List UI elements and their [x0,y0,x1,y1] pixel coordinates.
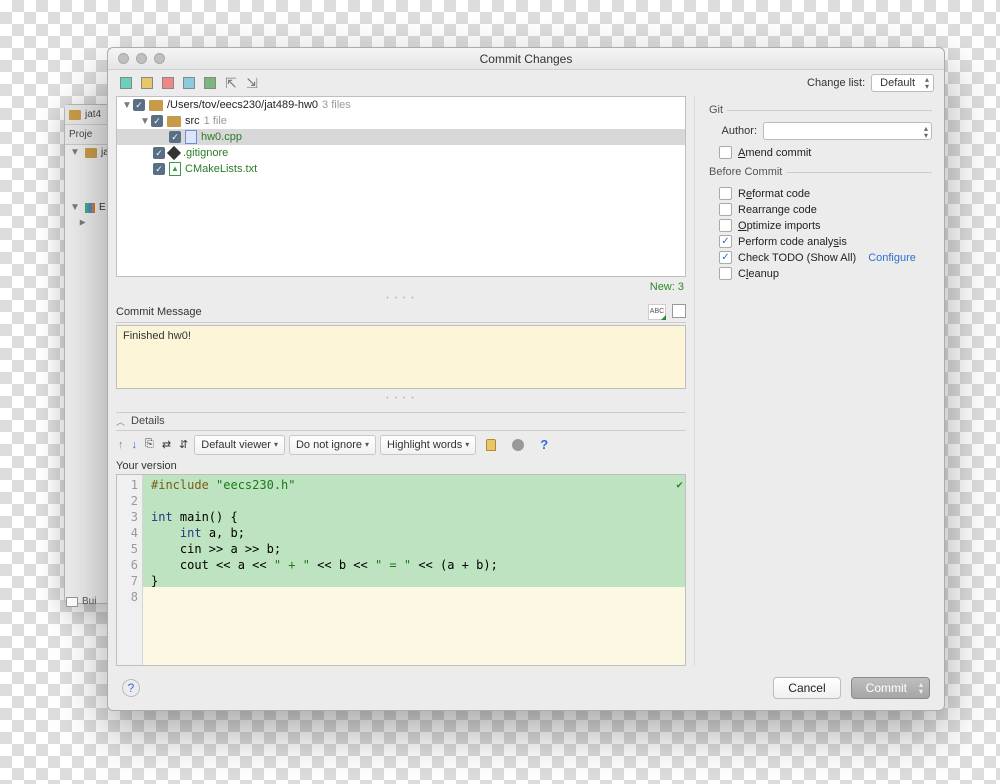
window-minimize-icon[interactable] [136,53,147,64]
help-icon[interactable]: ? [534,435,554,455]
rearrange-checkbox[interactable]: Rearrange code [719,203,932,216]
chart-icon [85,203,95,213]
collapse-all-icon[interactable]: ⇲ [244,75,260,91]
whitespace-select[interactable]: Do not ignore▾ [289,435,376,455]
tree-src: src [185,115,200,127]
todo-checkbox[interactable]: Check TODO (Show All)Configure [719,251,932,264]
details-label: Details [131,415,165,427]
line-gutter: 12345678 [117,475,143,665]
window-zoom-icon[interactable] [154,53,165,64]
commit-button[interactable]: Commit▴▾ [851,677,930,699]
delete-icon[interactable] [160,75,176,91]
checkbox-icon[interactable] [151,115,163,127]
tree-file-label: CMakeLists.txt [185,163,257,175]
changelist-value: Default [880,77,915,89]
viewer-select[interactable]: Default viewer▾ [194,435,285,455]
tree-file-hw0[interactable]: hw0.cpp [117,129,685,145]
cmake-file-icon: ▲ [169,162,181,176]
tree-src-count: 1 file [204,115,227,127]
gitignore-icon [167,146,181,160]
jump-to-source-icon[interactable]: ⎘ [143,435,156,455]
checkbox-icon[interactable] [153,163,165,175]
commit-changes-dialog: Commit Changes ⇱ ⇲ Change list: Default … [107,47,945,711]
revert-icon[interactable] [139,75,155,91]
changes-tree[interactable]: ▼ /Users/tov/eecs230/jat489-hw0 3 files … [116,96,686,277]
history-icon[interactable] [672,304,686,318]
analysis-checkbox[interactable]: Perform code analysis [719,235,932,248]
before-commit-group-label: Before Commit [705,166,786,178]
changelist-label: Change list: [807,77,865,89]
tree-root-path: /Users/tov/eecs230/jat489-hw0 [167,99,318,111]
expand-all-icon[interactable]: ⇱ [223,75,239,91]
titlebar: Commit Changes [108,48,944,70]
amend-checkbox[interactable]: Amend commit [719,146,932,159]
checkbox-icon[interactable] [133,99,145,111]
tree-root-count: 3 files [322,99,351,111]
compare-icon[interactable]: ⇄ [160,435,173,455]
highlight-select[interactable]: Highlight words▾ [380,435,476,455]
bg-status-bar: Bui [66,596,96,607]
diff-editor[interactable]: 12345678 #include "eecs230.h" int main()… [116,474,686,666]
gear-icon[interactable] [506,435,530,455]
diff-icon[interactable] [181,75,197,91]
optimize-checkbox[interactable]: Optimize imports [719,219,932,232]
changelist-select[interactable]: Default ▴▾ [871,74,934,92]
configure-link[interactable]: Configure [868,252,916,264]
changelist-icon[interactable] [202,75,218,91]
help-button[interactable]: ? [122,679,140,697]
commit-message-label: Commit Message [116,306,202,318]
drag-handle-icon[interactable]: • • • • [116,389,686,404]
cleanup-checkbox[interactable]: Cleanup [719,267,932,280]
checkbox-icon[interactable] [169,131,181,143]
your-version-label: Your version [116,459,686,474]
tree-file-label: .gitignore [183,147,228,159]
folder-icon [167,116,181,127]
checkbox-icon[interactable] [153,147,165,159]
lock-icon[interactable] [480,435,502,455]
collapse-icon[interactable]: ︿ [116,415,125,428]
refresh-icon[interactable] [118,75,134,91]
dialog-title: Commit Changes [108,52,944,66]
spellcheck-button[interactable]: ABC [648,304,666,320]
bg-tab: jat4 [85,109,101,120]
tree-file-cmake[interactable]: ▲ CMakeLists.txt [117,161,685,177]
folder-icon [85,148,97,158]
folder-icon [149,100,163,111]
cpp-file-icon [185,130,197,144]
next-change-button[interactable]: ↓ [130,435,140,455]
code-content: #include "eecs230.h" int main() { int a,… [151,477,685,589]
tree-file-label: hw0.cpp [201,131,242,143]
reformat-checkbox[interactable]: Reformat code [719,187,932,200]
new-files-count: New: 3 [116,277,686,293]
window-close-icon[interactable] [118,53,129,64]
author-combobox[interactable]: ▴▾ [763,122,932,140]
bg-ext: E [99,202,106,213]
git-group-label: Git [705,104,727,116]
author-label: Author: [705,125,757,137]
prev-change-button[interactable]: ↑ [116,435,126,455]
bg-project-label: Proje [69,129,92,140]
tree-file-gitignore[interactable]: .gitignore [117,145,685,161]
drag-handle-icon[interactable]: • • • • [116,293,686,304]
cancel-button[interactable]: Cancel [773,677,840,699]
sync-icon[interactable]: ⇵ [177,435,190,455]
folder-icon [69,110,81,120]
commit-message-input[interactable]: Finished hw0! [116,325,686,389]
